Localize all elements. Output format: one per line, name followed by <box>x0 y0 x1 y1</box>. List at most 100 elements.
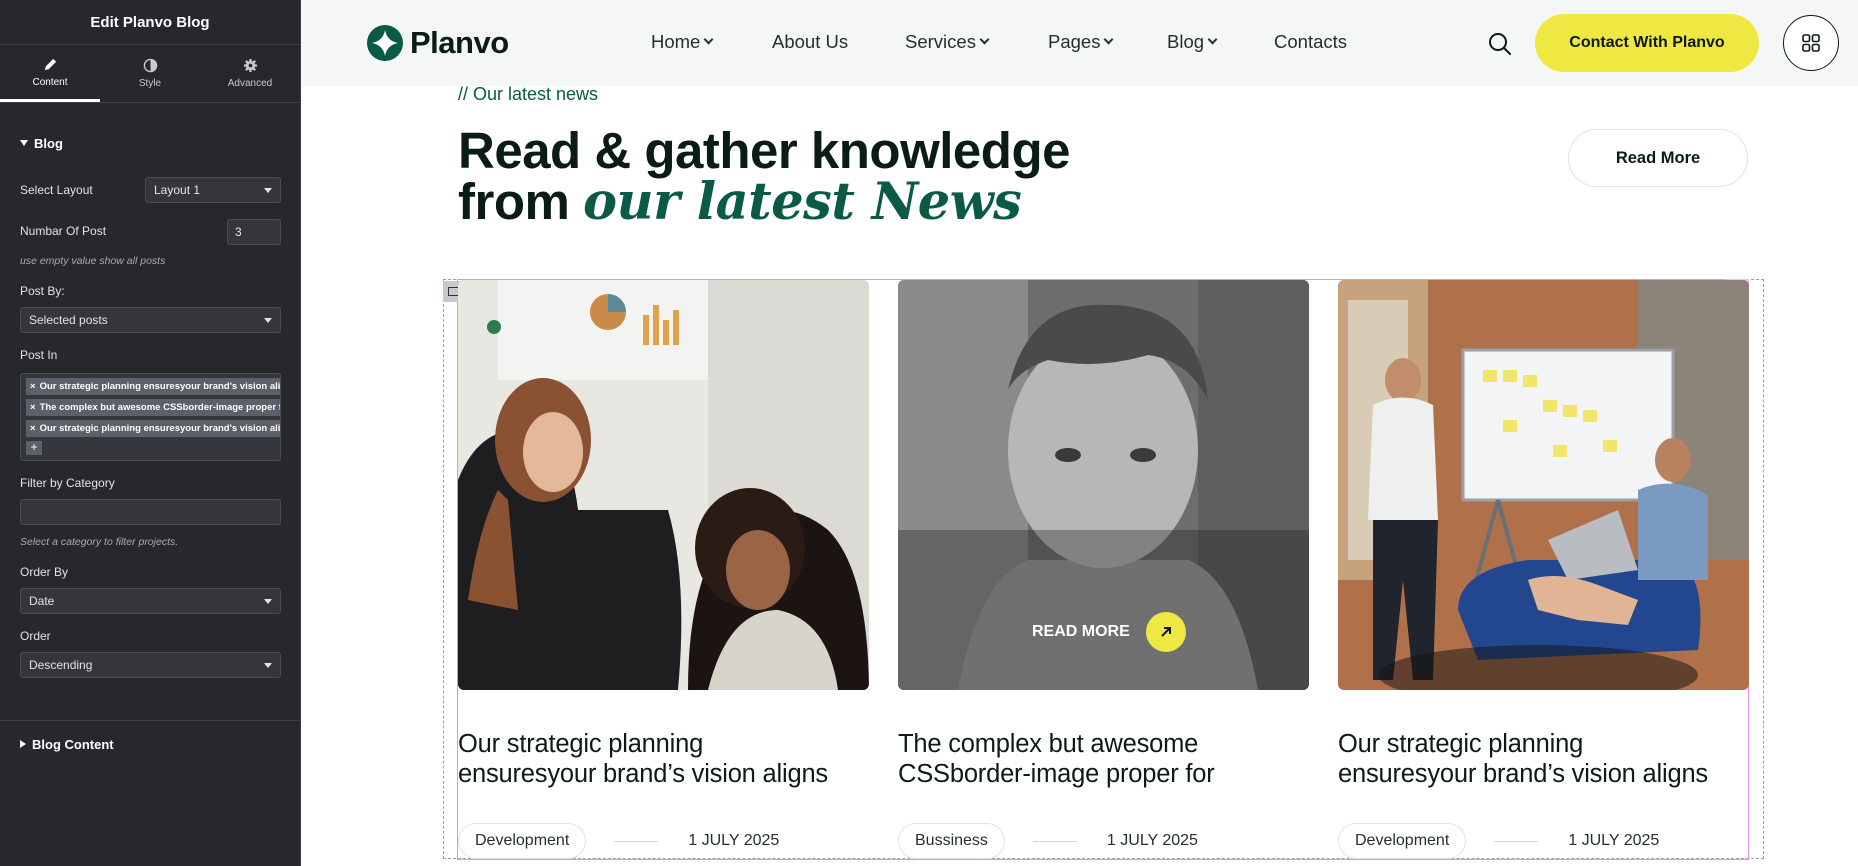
contrast-icon <box>143 58 157 73</box>
number-of-post-label: Numbar Of Post <box>20 224 107 238</box>
chevron-down-icon <box>979 34 990 45</box>
blog-card-meta: Bussiness 1 JULY 2025 <box>898 823 1198 859</box>
dropdown-arrow-icon <box>264 599 272 604</box>
nav-blog-label: Blog <box>1167 31 1205 52</box>
blog-card-title-line: ensuresyour brand’s vision aligns <box>1338 760 1708 788</box>
category-badge[interactable]: Bussiness <box>898 823 1005 859</box>
chevron-down-icon <box>1104 34 1114 45</box>
post-tag[interactable]: × The complex but awesome CSSborder-image… <box>26 399 281 416</box>
section-blog-toggle[interactable]: Blog <box>0 133 83 153</box>
post-date: 1 JULY 2025 <box>1106 832 1198 849</box>
nav-about[interactable]: About Us <box>772 31 848 53</box>
blog-card[interactable]: READ MORE The complex but awesome CSSbor… <box>898 280 1309 859</box>
search-icon[interactable] <box>1487 31 1513 57</box>
category-badge[interactable]: Development <box>1338 823 1467 859</box>
nav-services[interactable]: Services <box>905 31 990 53</box>
remove-icon[interactable]: × <box>30 381 36 392</box>
dropdown-arrow-icon <box>264 318 272 323</box>
blog-card[interactable]: Our strategic planning ensuresyour brand… <box>1338 280 1749 859</box>
nav-contacts[interactable]: Contacts <box>1274 31 1347 53</box>
nav-home-label: Home <box>651 31 701 52</box>
tab-style[interactable]: Style <box>100 45 200 102</box>
tab-content-label: Content <box>32 76 68 88</box>
order-dropdown[interactable]: Descending <box>20 652 281 678</box>
headline-script: our latest News <box>583 172 1022 232</box>
blog-card-title-line: CSSborder-image proper for <box>898 760 1215 788</box>
chevron-down-icon <box>1207 34 1218 45</box>
meta-divider <box>1494 840 1539 842</box>
tab-content[interactable]: Content <box>0 45 100 102</box>
blog-card-image[interactable] <box>1338 280 1749 690</box>
editor-tabs: Content Style Advanced <box>0 45 300 103</box>
tab-advanced[interactable]: Advanced <box>200 45 300 102</box>
editor-title: Edit Planvo Blog <box>0 0 300 45</box>
caret-down-icon <box>20 140 28 146</box>
gear-icon <box>243 58 257 73</box>
post-tag-label: Our strategic planning ensuresyour brand… <box>39 423 281 434</box>
number-help-text: use empty value show all posts <box>20 255 166 267</box>
post-in-select[interactable]: × Our strategic planning ensuresyour bran… <box>20 373 281 461</box>
site-preview: Planvo Home About Us Services Pages Blog… <box>301 0 1858 866</box>
order-by-dropdown[interactable]: Date <box>20 588 281 614</box>
filter-category-label: Filter by Category <box>20 476 115 490</box>
menu-grid-button[interactable] <box>1783 15 1839 71</box>
blog-card-title[interactable]: Our strategic planning ensuresyour brand… <box>458 729 869 789</box>
contact-cta-button[interactable]: Contact With Planvo <box>1535 14 1759 72</box>
pencil-icon <box>44 58 56 70</box>
post-in-label: Post In <box>20 348 58 362</box>
read-more-overlay[interactable]: READ MORE <box>1032 612 1186 652</box>
post-tag[interactable]: × Our strategic planning ensuresyour bran… <box>26 420 281 437</box>
dropdown-arrow-icon <box>264 663 272 668</box>
blog-card-title-line: Our strategic planning <box>1338 730 1584 758</box>
tab-advanced-label: Advanced <box>227 78 273 89</box>
section-blog-content-toggle[interactable]: Blog Content <box>0 734 134 754</box>
remove-icon[interactable]: × <box>30 402 36 413</box>
order-by-value: Date <box>29 594 55 608</box>
post-tag-label: Our strategic planning ensuresyour brand… <box>39 381 281 392</box>
select-layout-label: Select Layout <box>20 183 93 197</box>
number-of-post-input[interactable]: 3 <box>227 219 281 245</box>
order-by-label: Order By <box>20 565 69 579</box>
post-by-dropdown[interactable]: Selected posts <box>20 307 281 333</box>
post-date: 1 JULY 2025 <box>1568 832 1660 849</box>
order-value: Descending <box>29 658 93 672</box>
section-blog-label: Blog <box>34 135 63 151</box>
blog-card-title[interactable]: Our strategic planning ensuresyour brand… <box>1338 729 1749 789</box>
site-header: Planvo Home About Us Services Pages Blog… <box>301 0 1858 86</box>
blog-card-title[interactable]: The complex but awesome CSSborder-image … <box>898 729 1309 789</box>
blog-card-image[interactable]: READ MORE <box>898 280 1309 690</box>
nav-contacts-label: Contacts <box>1274 31 1348 52</box>
nav-pages[interactable]: Pages <box>1048 31 1114 53</box>
blog-card-image[interactable] <box>458 280 869 690</box>
post-tag[interactable]: × Our strategic planning ensuresyour bran… <box>26 378 281 395</box>
nav-home[interactable]: Home <box>651 31 714 53</box>
select-layout-dropdown[interactable]: Layout 1 <box>145 177 281 203</box>
number-of-post-value: 3 <box>235 225 242 239</box>
meta-divider <box>1032 840 1077 842</box>
caret-right-icon <box>20 740 26 748</box>
nav-services-label: Services <box>905 31 976 52</box>
remove-icon[interactable]: × <box>30 423 36 434</box>
post-tag-label: The complex but awesome CSSborder-image … <box>39 402 281 413</box>
nav-about-label: About Us <box>772 31 849 52</box>
nav-blog[interactable]: Blog <box>1167 31 1218 53</box>
meta-divider <box>614 840 659 842</box>
section-divider <box>0 720 301 721</box>
blog-card-meta: Development 1 JULY 2025 <box>458 823 779 859</box>
post-by-value: Selected posts <box>29 313 108 327</box>
filter-category-input[interactable] <box>20 499 281 525</box>
logo-mark-icon <box>367 25 403 61</box>
blog-card[interactable]: Our strategic planning ensuresyour brand… <box>458 280 869 859</box>
category-badge[interactable]: Development <box>458 823 587 859</box>
read-more-button[interactable]: Read More <box>1568 129 1748 187</box>
headline-plain: from <box>458 173 583 230</box>
post-by-label: Post By: <box>20 284 65 298</box>
add-tag-button[interactable]: + <box>26 441 42 455</box>
headline-line2: from our latest News <box>458 176 1070 228</box>
logo[interactable]: Planvo <box>367 25 509 61</box>
nav-pages-label: Pages <box>1048 31 1101 52</box>
select-layout-value: Layout 1 <box>154 183 201 197</box>
tab-style-label: Style <box>138 78 162 89</box>
post-date: 1 JULY 2025 <box>688 832 780 849</box>
blog-card-title-line: Our strategic planning <box>458 730 704 758</box>
